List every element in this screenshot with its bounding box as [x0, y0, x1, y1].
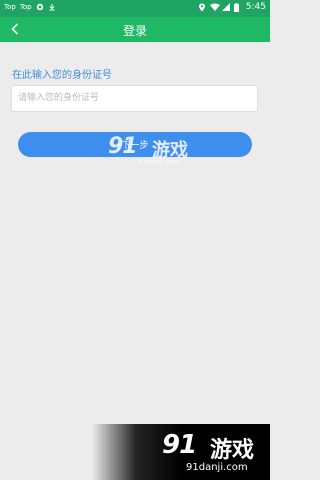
- watermark-corner-number: 91: [162, 430, 197, 460]
- watermark-corner-url: 91danji.com: [186, 462, 248, 473]
- status-text-1: Top: [4, 3, 16, 11]
- battery-icon: [233, 3, 242, 12]
- status-bar: Top Top 5:45: [0, 0, 270, 17]
- id-number-input[interactable]: 请输入您的身份证号: [11, 85, 258, 112]
- status-time: 5:45: [245, 2, 266, 12]
- status-left: Top Top: [4, 3, 56, 11]
- watermark-url: 91danji.com: [138, 158, 182, 166]
- title-bar: 登录: [0, 17, 270, 42]
- page-title: 登录: [122, 24, 147, 38]
- location-icon: [198, 3, 206, 12]
- watermark-logo-center: 91 游戏 91danji.com: [108, 134, 208, 166]
- wifi-icon: [209, 3, 220, 11]
- download-icon: [48, 3, 56, 11]
- android-icon: [36, 3, 44, 11]
- status-text-2: Top: [19, 3, 32, 11]
- signal-icon: [221, 3, 230, 11]
- watermark-corner-name: 游戏: [210, 438, 255, 463]
- status-right: 5:45: [198, 2, 266, 12]
- watermark-logo-corner: 91 游戏 91danji.com: [92, 424, 270, 480]
- id-number-placeholder: 请输入您的身份证号: [18, 93, 100, 103]
- watermark-logo-number: 91: [108, 134, 138, 159]
- id-number-label: 在此输入您的身份证号: [12, 70, 112, 81]
